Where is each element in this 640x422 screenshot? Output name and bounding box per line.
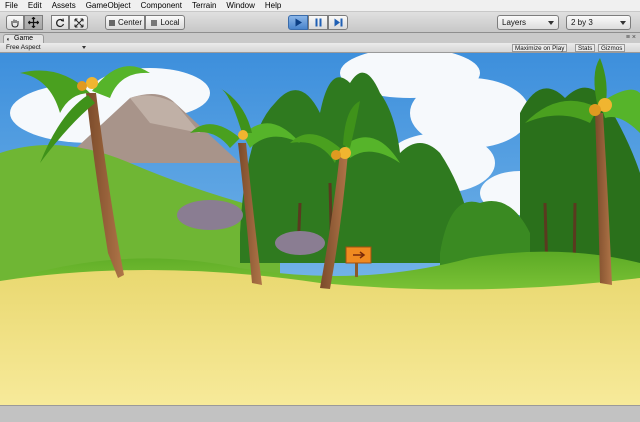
aspect-dropdown[interactable]: Free Aspect: [6, 44, 88, 52]
play-icon: [295, 18, 302, 27]
gizmos-dropdown[interactable]: Gizmos: [598, 44, 626, 52]
local-space-icon: [151, 19, 158, 26]
pivot-center-label: Center: [117, 18, 142, 27]
menu-bar: File Edit Assets GameObject Component Te…: [0, 0, 640, 12]
chevron-down-icon: [548, 21, 554, 25]
menu-window[interactable]: Window: [221, 0, 259, 12]
step-button[interactable]: [328, 15, 348, 30]
tropical-island-scene: [0, 53, 640, 405]
menu-assets[interactable]: Assets: [47, 0, 81, 12]
pivot-local-label: Local: [160, 18, 180, 27]
layers-dropdown[interactable]: Layers: [497, 15, 559, 30]
pause-button[interactable]: [308, 15, 328, 30]
pivot-icon: [108, 19, 115, 26]
pivot-local-button[interactable]: Local: [145, 15, 185, 30]
scale-icon: [74, 18, 83, 27]
tab-game[interactable]: ◖ Game: [3, 34, 45, 43]
hand-tool-button[interactable]: [6, 15, 24, 30]
menu-edit[interactable]: Edit: [23, 0, 47, 12]
pause-icon: [315, 18, 321, 27]
status-bar: [0, 405, 640, 422]
rotate-icon: [56, 17, 65, 27]
maximize-on-play-toggle[interactable]: Maximize on Play: [512, 44, 568, 52]
toolbar: Center Local Layers 2 by 3: [0, 12, 640, 33]
window-controls-icon[interactable]: ≡ ×: [626, 34, 636, 41]
step-icon: [334, 18, 342, 27]
move-tool-button[interactable]: [24, 15, 43, 30]
pivot-center-button[interactable]: Center: [105, 15, 145, 30]
aspect-label: Free Aspect: [6, 44, 41, 51]
chevron-down-icon: [82, 46, 86, 49]
stats-toggle[interactable]: Stats: [575, 44, 596, 52]
sand-beach: [0, 269, 640, 405]
menu-file[interactable]: File: [0, 0, 23, 12]
menu-component[interactable]: Component: [136, 0, 187, 12]
layout-dropdown[interactable]: 2 by 3: [566, 15, 631, 30]
rotate-tool-button[interactable]: [51, 15, 69, 30]
layout-label: 2 by 3: [571, 18, 593, 27]
menu-gameobject[interactable]: GameObject: [81, 0, 136, 12]
chevron-down-icon: [620, 21, 626, 25]
game-viewport[interactable]: [0, 53, 640, 405]
window-tab-bar: ◖ Game ≡ ×: [0, 33, 640, 43]
menu-terrain[interactable]: Terrain: [187, 0, 221, 12]
tab-game-label: Game: [14, 35, 34, 42]
menu-help[interactable]: Help: [260, 0, 286, 12]
scale-tool-button[interactable]: [69, 15, 88, 30]
game-view-toolbar: Free Aspect Maximize on Play Stats Gizmo…: [0, 43, 640, 53]
play-button[interactable]: [288, 15, 308, 30]
layers-label: Layers: [502, 18, 527, 27]
hand-icon: [11, 19, 19, 28]
move-arrows-icon: [28, 17, 39, 28]
